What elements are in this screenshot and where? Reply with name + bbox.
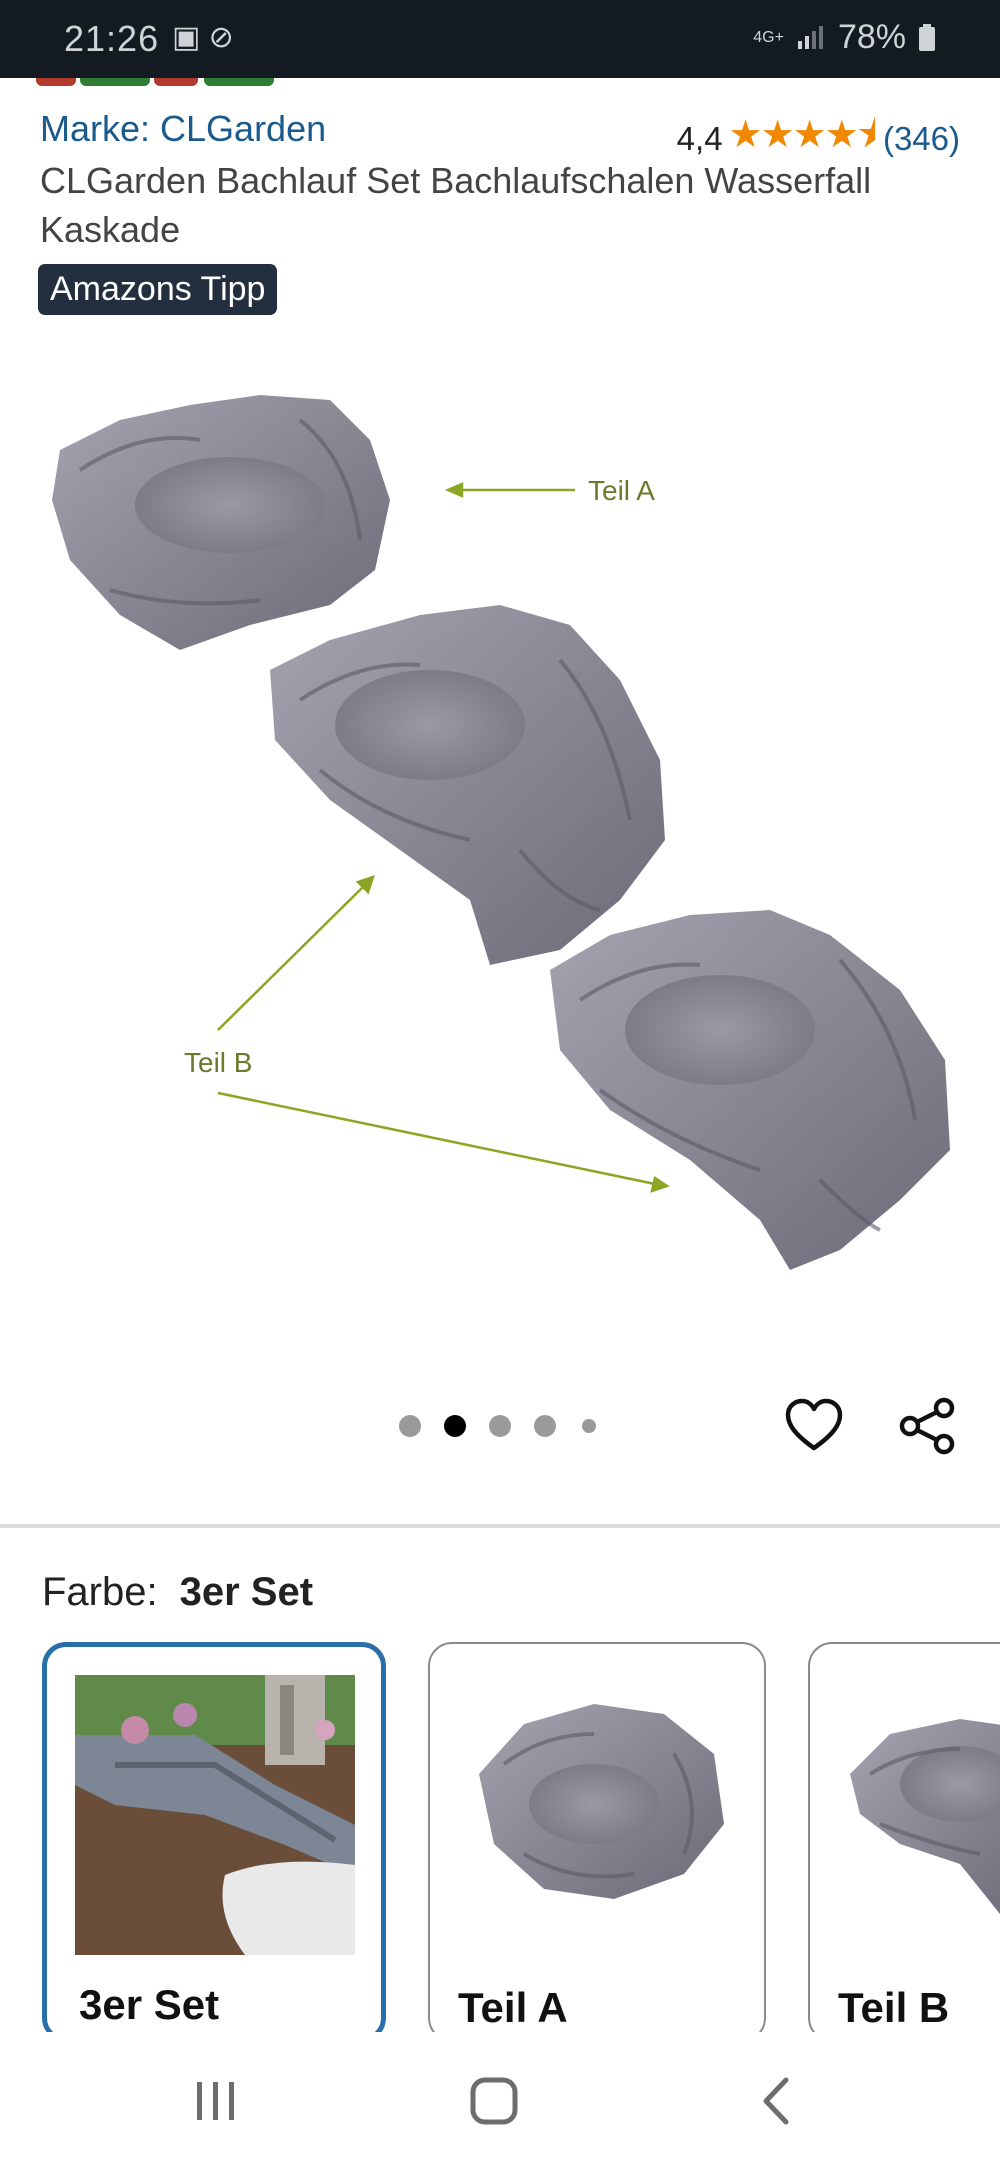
signal-icon [797,25,823,49]
notification-icons: ▣ ⊘ [172,21,234,54]
carousel-dot[interactable] [534,1415,556,1437]
swatch-teil-b[interactable]: Teil B [808,1642,1000,2042]
android-nav-bar [0,2032,1000,2167]
status-right: 4G+ 78% [753,18,936,57]
battery-percent: 78% [837,18,906,56]
swatch-image-teil-b [850,1719,1000,1914]
swatch-image-garden [75,1675,355,1955]
arrow-teil-a [444,482,575,498]
recent-apps-icon[interactable] [185,2072,245,2132]
share-icon[interactable] [896,1394,960,1458]
swatch-3er-set[interactable]: 3er Set [42,1642,386,2042]
battery-icon [919,23,935,51]
arrow-teil-b-down [217,1091,670,1193]
arrow-teil-b-up [217,875,375,1031]
back-icon[interactable] [748,2072,808,2132]
heart-icon[interactable] [784,1396,844,1456]
carousel-dot[interactable] [399,1415,421,1437]
product-image[interactable]: Teil A Teil B [0,360,1000,1360]
variant-selected-value: 3er Set [179,1570,314,1614]
swatch-teil-a[interactable]: Teil A [428,1642,766,2042]
variant-heading: Farbe: 3er Set [42,1570,313,1615]
previous-content-edge [36,78,296,88]
status-time: 21:26 [64,18,160,59]
swatch-label: Teil A [458,1984,568,2031]
label-teil-a: Teil A [588,475,655,506]
rock-part-b-1 [270,605,665,965]
section-divider [0,1524,1000,1528]
carousel-dot[interactable] [582,1419,596,1433]
swatch-label: Teil B [838,1984,950,2031]
status-bar: 21:26 ▣ ⊘ 4G+ 78% [0,0,1000,78]
rock-part-b-2 [550,910,950,1270]
network-label: 4G+ [753,28,784,46]
product-title: CLGarden Bachlauf Set Bachlaufschalen Wa… [40,160,872,250]
review-count-link[interactable]: (346) [883,120,960,158]
image-carousel-dots[interactable] [0,1415,1000,1445]
carousel-dot[interactable] [489,1415,511,1437]
brand-link[interactable]: Marke: CLGarden [40,108,326,150]
rating-value: 4,4 [676,119,723,157]
amazons-choice-badge: Amazons Tipp [38,264,278,315]
label-teil-b: Teil B [184,1047,252,1078]
swatch-label: 3er Set [79,1981,220,2028]
variant-label: Farbe: [42,1570,158,1614]
carousel-dot-active[interactable] [444,1415,466,1437]
home-icon[interactable] [465,2072,525,2132]
rock-part-a [52,395,390,650]
swatch-image-teil-a [479,1704,724,1899]
